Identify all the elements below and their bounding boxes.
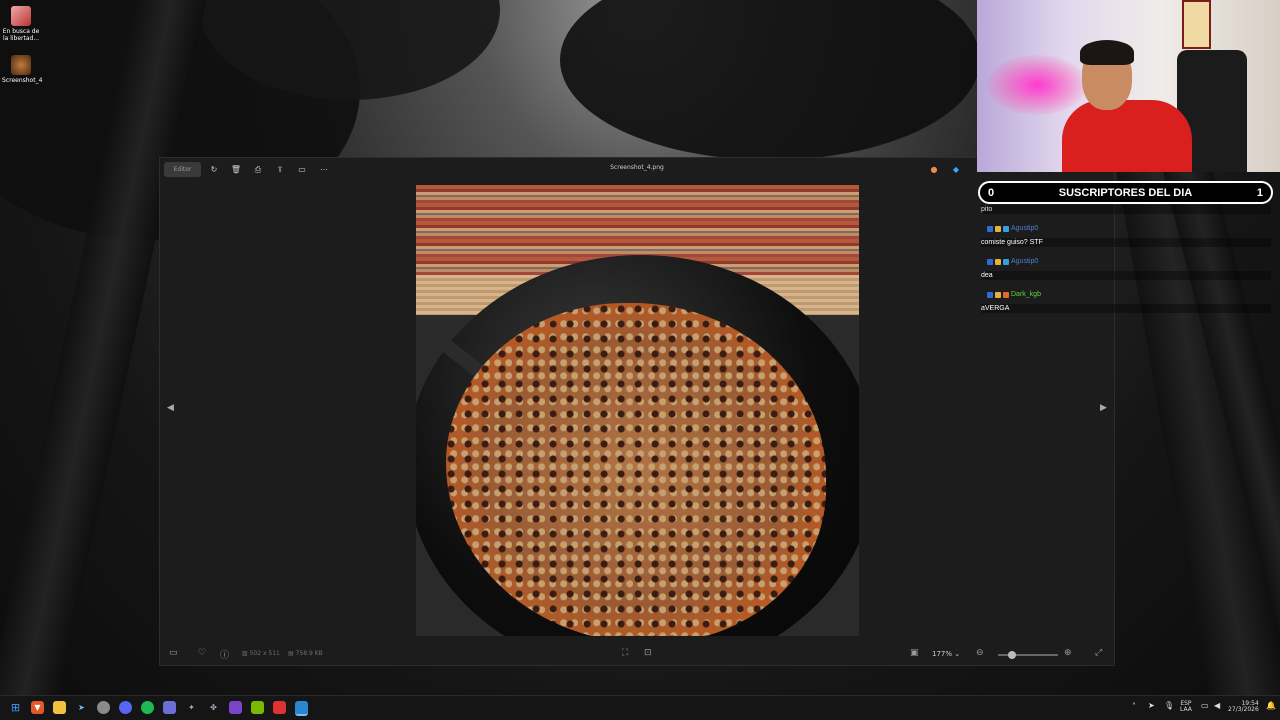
zoom-select[interactable]: 177% ⌄ — [932, 650, 960, 658]
badge-icon — [987, 225, 993, 232]
badge-icon — [995, 258, 1001, 265]
subs-title: SUSCRIPTORES DEL DIA — [1058, 187, 1193, 199]
badge-icon — [995, 225, 1001, 232]
desktop-icon-game[interactable]: En busca de la libertad... — [2, 6, 40, 42]
zoom-slider[interactable] — [998, 651, 1058, 659]
app-icon-3[interactable]: ✤ — [207, 701, 220, 714]
fullscreen-icon[interactable]: ⤢ — [1095, 648, 1102, 658]
badge-icon — [1003, 225, 1009, 232]
file-explorer-icon[interactable] — [53, 701, 66, 714]
clock-date: 27/3/2026 — [1228, 706, 1259, 713]
chat-header: Dark_kgb — [987, 291, 1041, 298]
favorite-icon[interactable]: ♡ — [198, 648, 206, 658]
copilot-icon[interactable]: ● — [928, 162, 940, 177]
chat-header: Agustip0 — [987, 225, 1038, 232]
webcam-overlay — [977, 0, 1280, 172]
notification-icon[interactable]: 🔔 — [1266, 702, 1276, 710]
image-file-icon — [11, 55, 31, 75]
lang-bottom: LAA — [1180, 706, 1192, 713]
displayed-photo — [416, 185, 859, 636]
chat-username[interactable]: Dark_kgb — [1011, 291, 1041, 298]
photos-window: Editor ↻ 🗑 ⎙ ⇪ ▭ ⋯ Screenshot_4.png ● ◆ … — [159, 157, 1115, 666]
app-icon-5[interactable] — [273, 701, 286, 714]
subs-right-count: 1 — [1256, 187, 1263, 199]
chat-text: pito — [981, 205, 1271, 214]
previous-arrow-icon[interactable]: ◀ — [167, 403, 174, 413]
chrome-icon[interactable] — [97, 701, 110, 714]
steam-icon[interactable]: ➤ — [75, 701, 88, 714]
chat-text: comiste guiso? STF — [981, 238, 1271, 247]
info-icon[interactable]: ⓘ — [220, 648, 229, 661]
desktop-icon-label: Screenshot_4 — [2, 77, 43, 84]
subscribers-counter: 0 SUSCRIPTORES DEL DIA 1 — [978, 181, 1273, 204]
rice-and-lentils — [446, 303, 826, 636]
tray-app-icon[interactable]: ➤ — [1148, 702, 1155, 710]
file-size: ▤ 758.9 KB — [288, 650, 323, 657]
volume-icon[interactable]: ◀ — [1214, 702, 1220, 710]
language-indicator[interactable]: ESP LAA — [1180, 701, 1192, 713]
streamer-body — [1062, 100, 1192, 172]
badge-icon — [995, 291, 1001, 298]
badge-icon — [987, 258, 993, 265]
app-icon-2[interactable]: ✦ — [185, 701, 198, 714]
chat-username[interactable]: Agustip0 — [1011, 258, 1038, 265]
desktop-icon-label: En busca de la libertad... — [2, 28, 40, 42]
start-icon[interactable]: ⊞ — [9, 701, 22, 714]
zoom-slider-thumb[interactable] — [1008, 651, 1016, 659]
filmstrip-icon[interactable]: ▭ — [169, 648, 178, 658]
crop-icon[interactable]: ⛶ — [622, 648, 628, 658]
chat-username[interactable]: Agustip0 — [1011, 225, 1038, 232]
photos-bottom-bar: ▭ ♡ ⓘ ▧ 502 x 511 ▤ 758.9 KB ⛶ ⊡ ▣ 177% … — [160, 641, 1114, 665]
spotify-icon[interactable] — [141, 701, 154, 714]
dimensions-value: 502 x 511 — [249, 650, 280, 657]
discord-icon[interactable] — [119, 701, 132, 714]
taskbar: ⊞ ▼ ➤ ✦ ✤ ˄ ➤ 🎙 ESP LAA ▭ ◀ 19:54 27/3/2… — [0, 695, 1280, 720]
photos-app-icon[interactable]: ◆ — [950, 162, 962, 177]
nvidia-icon[interactable] — [251, 701, 264, 714]
chat-text: dea — [981, 271, 1271, 280]
chevron-up-icon[interactable]: ˄ — [1132, 703, 1136, 711]
fit-icon[interactable]: ▣ — [910, 648, 919, 658]
badge-icon — [1003, 291, 1009, 298]
badge-icon — [1003, 258, 1009, 265]
lamp — [1182, 0, 1211, 49]
next-arrow-icon[interactable]: ▶ — [1100, 403, 1107, 413]
photos-icon[interactable] — [295, 701, 308, 716]
photos-toolbar: Editor ↻ 🗑 ⎙ ⇪ ▭ ⋯ Screenshot_4.png ● ◆ — [160, 158, 1114, 180]
clock[interactable]: 19:54 27/3/2026 — [1228, 701, 1259, 713]
zoom-value: 177% — [932, 650, 953, 658]
desktop-icon-screenshot[interactable]: Screenshot_4 — [2, 55, 43, 84]
streamer-hair — [1080, 40, 1134, 65]
network-icon[interactable]: ▭ — [1201, 702, 1209, 710]
chat-text: aVERGA — [981, 304, 1271, 313]
file-size-value: 758.9 KB — [295, 650, 323, 657]
zoom-in-icon[interactable]: ⊕ — [1064, 648, 1072, 658]
brave-icon[interactable]: ▼ — [31, 701, 44, 714]
microphone-icon[interactable]: 🎙 — [1164, 702, 1174, 710]
actual-size-icon[interactable]: ⊡ — [644, 648, 652, 658]
chat-header: Agustip0 — [987, 258, 1038, 265]
game-shortcut-icon — [11, 6, 31, 26]
window-title: Screenshot_4.png — [610, 164, 664, 171]
app-icon-4[interactable] — [229, 701, 242, 714]
led-glow — [987, 55, 1087, 115]
badge-icon — [987, 291, 993, 298]
image-dimensions: ▧ 502 x 511 — [242, 650, 280, 657]
zoom-out-icon[interactable]: ⊖ — [976, 648, 984, 658]
app-icon[interactable] — [163, 701, 176, 714]
